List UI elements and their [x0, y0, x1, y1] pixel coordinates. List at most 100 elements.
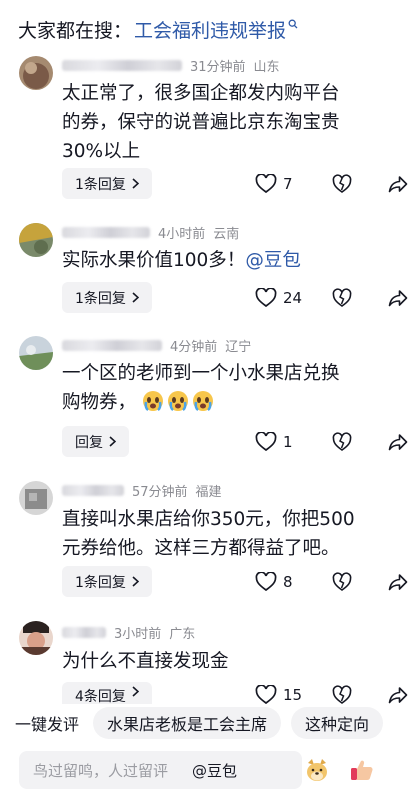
search-suggestion-bar: 大家都在搜： 工会福利违规举报 [0, 0, 413, 46]
comment-text: 太正常了，很多国企都发内购平台 的券，保守的说普遍比京东淘宝贵 30%以上 [62, 79, 402, 166]
chevron-right-icon [132, 292, 139, 303]
heart-icon [255, 571, 277, 591]
view-replies-button[interactable]: 1条回复 [62, 566, 152, 597]
username-blurred[interactable] [62, 59, 182, 71]
avatar[interactable] [19, 336, 53, 370]
comment-text-line: 一个区的老师到一个小水果店兑换 [62, 363, 340, 384]
thumbs-up-emoji-icon[interactable] [349, 757, 375, 783]
comment-time: 4分钟前 [170, 339, 218, 355]
like-button[interactable]: 15 [255, 685, 305, 704]
search-prefix: 大家都在搜： [18, 19, 133, 42]
broken-heart-icon[interactable] [332, 685, 352, 704]
share-icon[interactable] [388, 432, 408, 452]
like-button[interactable]: 8 [255, 571, 305, 592]
reply-button[interactable]: 回复 [62, 426, 129, 457]
like-count: 7 [283, 174, 293, 193]
username-blurred[interactable] [62, 339, 162, 351]
like-button[interactable]: 24 [255, 287, 305, 308]
chevron-right-icon [109, 436, 116, 447]
view-replies-button[interactable]: 4条回复 [62, 682, 152, 704]
heart-icon [255, 173, 277, 193]
comment-text: 一个区的老师到一个小水果店兑换 购物券， [62, 359, 402, 417]
comment-text-line: 元券给他。这样三方都得益了吧。 [62, 538, 340, 559]
search-suggestion-link[interactable]: 工会福利违规举报 [134, 16, 286, 43]
username-blurred[interactable] [62, 226, 150, 238]
comment-input-placeholder: 鸟过留鸣，人过留评 [33, 761, 169, 780]
comment-text-line: 购物券， [62, 392, 137, 413]
like-count: 1 [283, 432, 293, 451]
comment-input[interactable]: 鸟过留鸣，人过留评 @豆包 [19, 751, 302, 789]
comment-time: 3小时前 [114, 626, 162, 642]
quick-reply-label: 一键发评 [15, 715, 80, 734]
reply-label: 1条回复 [75, 574, 126, 591]
username-blurred[interactable] [62, 484, 124, 496]
broken-heart-icon[interactable] [332, 173, 352, 194]
view-replies-button[interactable]: 1条回复 [62, 282, 152, 313]
broken-heart-icon[interactable] [332, 571, 352, 592]
avatar[interactable] [19, 621, 53, 655]
mention-link[interactable]: @豆包 [245, 250, 301, 271]
like-button[interactable]: 7 [255, 173, 305, 194]
share-icon[interactable] [388, 685, 408, 704]
comment-time: 57分钟前 [132, 484, 188, 500]
comment-text-line: 30%以上 [62, 141, 141, 162]
search-icon [288, 19, 298, 29]
comment-location: 山东 [253, 59, 280, 75]
comment-location: 福建 [195, 484, 222, 500]
mention-doubao-button[interactable]: @豆包 [192, 760, 237, 781]
comment-actions: 24 [255, 282, 408, 313]
comment-location: 辽宁 [225, 339, 252, 355]
username-blurred[interactable] [62, 626, 106, 638]
comment-text-line: 的券，保守的说普遍比京东淘宝贵 [62, 112, 340, 133]
comment-text: 为什么不直接发现金 [62, 647, 402, 676]
comment-text: 直接叫水果店给你350元，你把500 元券给他。这样三方都得益了吧。 [62, 505, 402, 563]
comment-location: 云南 [213, 226, 240, 242]
reply-label: 1条回复 [75, 290, 126, 307]
comment-meta: 4小时前 云南 [62, 222, 239, 242]
like-count: 15 [283, 686, 303, 704]
comment-time: 4小时前 [158, 226, 206, 242]
crying-face-emoji [192, 391, 213, 412]
comment-time: 31分钟前 [190, 59, 246, 75]
like-count: 8 [283, 572, 293, 591]
avatar[interactable] [19, 223, 53, 257]
share-icon[interactable] [388, 288, 408, 308]
comment-actions: 15 [255, 682, 408, 704]
reply-label: 1条回复 [75, 176, 126, 193]
comment-meta: 4分钟前 辽宁 [62, 335, 251, 355]
quick-reply-chip[interactable]: 水果店老板是工会主席 [93, 707, 282, 739]
doge-emoji-icon[interactable] [304, 757, 330, 783]
like-button[interactable]: 1 [255, 431, 305, 452]
quick-reply-bar: 一键发评 水果店老板是工会主席 这种定向 [0, 704, 413, 742]
broken-heart-icon[interactable] [332, 287, 352, 308]
chevron-right-icon [132, 576, 139, 587]
comment-text-line: 直接叫水果店给你350元，你把500 [62, 509, 355, 530]
comment-text-line: 实际水果价值100多！ [62, 250, 246, 271]
heart-icon [255, 685, 277, 704]
comment-location: 广东 [169, 626, 196, 642]
comment-text-line: 太正常了，很多国企都发内购平台 [62, 83, 340, 104]
quick-reply-chip[interactable]: 这种定向 [291, 707, 384, 739]
heart-icon [255, 431, 277, 451]
broken-heart-icon[interactable] [332, 431, 352, 452]
reply-label: 4条回复 [75, 689, 126, 704]
avatar[interactable] [19, 481, 53, 515]
comment-text: 实际水果价值100多！@豆包 [62, 246, 402, 275]
chevron-right-icon [132, 686, 139, 697]
avatar[interactable] [19, 56, 53, 90]
comment-meta: 57分钟前 福建 [62, 480, 222, 500]
crying-face-emoji [142, 391, 163, 412]
comment-actions: 7 [255, 168, 408, 199]
comment-actions: 1 [255, 426, 408, 457]
comment-meta: 3小时前 广东 [62, 622, 195, 642]
comment-actions: 8 [255, 566, 408, 597]
like-count: 24 [283, 288, 303, 307]
view-replies-button[interactable]: 1条回复 [62, 168, 152, 199]
crying-face-emoji [167, 391, 188, 412]
share-icon[interactable] [388, 174, 408, 194]
reply-label: 回复 [75, 434, 103, 451]
comment-meta: 31分钟前 山东 [62, 55, 280, 75]
comment-text-line: 为什么不直接发现金 [62, 651, 229, 672]
chevron-right-icon [132, 178, 139, 189]
share-icon[interactable] [388, 572, 408, 592]
